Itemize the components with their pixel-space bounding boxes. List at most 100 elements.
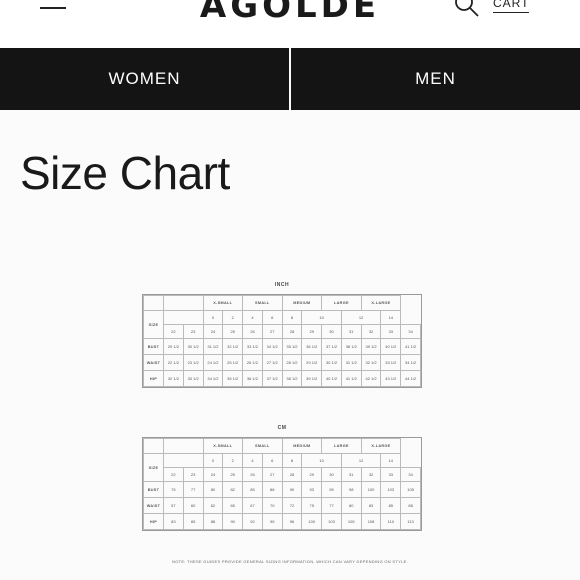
- measurement-value-cell: 41 1/2: [340, 370, 362, 387]
- size-table-grid: X-SMALL SMALL MEDIUM LARGE X-LARGE SIZE 0 2 4 6 8 1…: [143, 438, 421, 530]
- footnote: NOTE: THESE GUIDES PROVIDE GENERAL SIZIN…: [172, 559, 408, 564]
- empty-cell: [163, 438, 204, 454]
- size-row-label: SIZE: [143, 310, 164, 339]
- size-group-header: X-LARGE: [360, 295, 402, 311]
- measurement-row: BUST 29 1/2 30 1/2 31 1/2 32 1/2 33 1/2 34 1/2…: [143, 338, 421, 355]
- alpha-size-cell: 12: [340, 453, 382, 468]
- measurement-label: HIP: [143, 513, 164, 530]
- measurement-label: BUST: [143, 481, 164, 498]
- measurement-value-cell: 62: [202, 497, 224, 514]
- measurement-label: WAIST: [143, 354, 164, 371]
- size-group-header: X-LARGE: [360, 438, 402, 454]
- measurement-row: BUST 75 77 80 82 85 88 90 93 95 98 100 103 105: [143, 481, 421, 498]
- numeric-size-cell: 28: [281, 324, 303, 339]
- numeric-size-cell: 33: [380, 324, 402, 339]
- measurement-value-cell: 85: [182, 513, 204, 530]
- corner-cell: [143, 438, 164, 454]
- numeric-size-row: 22 23 24 25 26 27 28 29 30 31 32 33 34: [144, 324, 421, 339]
- size-group-header: X-SMALL: [202, 295, 244, 311]
- page-title: Size Chart: [20, 147, 230, 199]
- measurement-value-cell: 39 1/2: [360, 338, 382, 355]
- measurement-value-cell: 35 1/2: [222, 370, 244, 387]
- alpha-size-cell: 10: [301, 453, 342, 468]
- cart-link[interactable]: CART: [493, 0, 530, 13]
- numeric-size-cell: 30: [321, 467, 342, 482]
- measurement-value-cell: 75: [301, 497, 323, 514]
- empty-cell: [163, 453, 204, 468]
- numeric-size-cell: 25: [222, 324, 244, 339]
- measurement-value-cell: 34 1/2: [202, 370, 224, 387]
- measurement-row: WAIST 57 60 62 65 67 70 72 75 77 80 83 85 88: [143, 497, 421, 514]
- measurement-value-cell: 25 1/2: [222, 354, 244, 371]
- alpha-size-cell: 12: [340, 310, 382, 325]
- measurement-value-cell: 41 1/2: [400, 338, 421, 355]
- alpha-size-cell: 4: [242, 453, 263, 468]
- measurement-value-cell: 29 1/2: [301, 354, 323, 371]
- measurement-value-cell: 33 1/2: [242, 338, 263, 355]
- alpha-size-row: SIZE 0 2 4 6 8 10 12 14: [143, 453, 421, 482]
- empty-cell: [163, 295, 204, 311]
- size-table-grid: X-SMALL SMALL MEDIUM LARGE X-LARGE SIZE 0 2 4 6 8 1…: [143, 295, 421, 387]
- measurement-value-cell: 40 1/2: [380, 338, 402, 355]
- search-icon[interactable]: [454, 0, 480, 18]
- alpha-size-cell: 6: [261, 453, 283, 468]
- alpha-size-cell: 4: [242, 310, 263, 325]
- alpha-size-cell: 14: [380, 310, 402, 325]
- measurement-value-cell: 72: [281, 497, 303, 514]
- alpha-size-cell: 6: [261, 310, 283, 325]
- measurement-value-cell: 88: [261, 481, 283, 498]
- measurement-label: HIP: [143, 370, 164, 387]
- measurement-value-cell: 57: [163, 497, 184, 514]
- measurement-value-cell: 95: [321, 481, 342, 498]
- corner-cell: [143, 295, 164, 311]
- measurement-value-cell: 88: [400, 497, 421, 514]
- numeric-size-cell: 24: [202, 324, 224, 339]
- numeric-size-cell: 27: [261, 467, 283, 482]
- alpha-size-cell: 14: [380, 453, 402, 468]
- measurement-value-cell: 75: [163, 481, 184, 498]
- measurement-value-cell: 60: [182, 497, 204, 514]
- measurement-value-cell: 28 1/2: [281, 354, 303, 371]
- cm-table-caption: CM: [277, 425, 287, 431]
- measurement-row: HIP 83 85 88 90 92 95 96 100 103 105 108 110 113: [143, 513, 421, 530]
- measurement-value-cell: 27 1/2: [261, 354, 283, 371]
- numeric-size-cell: 25: [222, 467, 244, 482]
- measurement-value-cell: 77: [182, 481, 204, 498]
- numeric-size-row: 22 23 24 25 26 27 28 29 30 31 32 33 34: [144, 467, 421, 482]
- measurement-value-cell: 77: [321, 497, 342, 514]
- gender-nav: WOMEN MEN: [0, 48, 580, 110]
- measurement-value-cell: 42 1/2: [360, 370, 382, 387]
- empty-cell: [163, 310, 204, 325]
- tab-women[interactable]: WOMEN: [0, 48, 289, 110]
- measurement-value-cell: 100: [301, 513, 323, 530]
- numeric-size-cell: 22: [163, 467, 184, 482]
- measurement-label: WAIST: [143, 497, 164, 514]
- measurement-value-cell: 26 1/2: [242, 354, 263, 371]
- numeric-size-cell: 29: [301, 324, 323, 339]
- measurement-value-cell: 36 1/2: [242, 370, 263, 387]
- numeric-size-cell: 23: [182, 324, 204, 339]
- measurement-value-cell: 32 1/2: [222, 338, 244, 355]
- measurement-value-cell: 43 1/2: [380, 370, 402, 387]
- measurement-value-cell: 34 1/2: [261, 338, 283, 355]
- measurement-value-cell: 80: [340, 497, 362, 514]
- group-header-row: X-SMALL SMALL MEDIUM LARGE X-LARGE: [143, 438, 421, 454]
- measurement-value-cell: 80: [202, 481, 224, 498]
- measurement-value-cell: 95: [261, 513, 283, 530]
- measurement-value-cell: 67: [242, 497, 263, 514]
- measurement-value-cell: 33 1/2: [380, 354, 402, 371]
- measurement-value-cell: 24 1/2: [202, 354, 224, 371]
- tab-men[interactable]: MEN: [289, 48, 580, 110]
- alpha-size-cell: 8: [281, 310, 303, 325]
- measurement-value-cell: 93: [301, 481, 323, 498]
- size-row-label: SIZE: [143, 453, 164, 482]
- measurement-value-cell: 83: [163, 513, 184, 530]
- numeric-size-cell: 32: [360, 324, 382, 339]
- measurement-value-cell: 92: [242, 513, 263, 530]
- measurement-value-cell: 33 1/2: [182, 370, 204, 387]
- measurement-value-cell: 90: [281, 481, 303, 498]
- measurement-value-cell: 44 1/2: [400, 370, 421, 387]
- measurement-value-cell: 38 1/2: [281, 370, 303, 387]
- measurement-value-cell: 88: [202, 513, 224, 530]
- measurement-value-cell: 30 1/2: [321, 354, 342, 371]
